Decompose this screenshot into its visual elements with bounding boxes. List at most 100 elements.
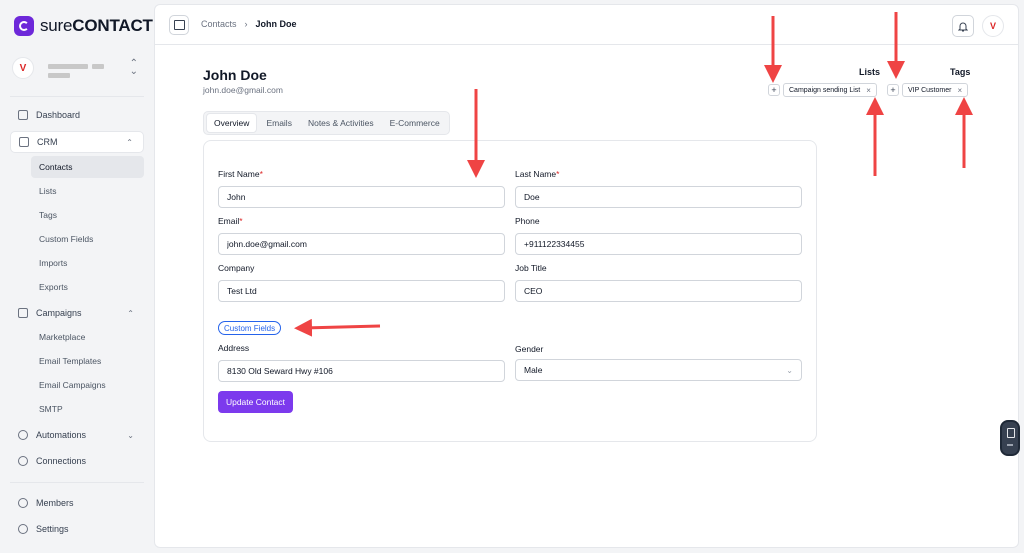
chevron-up-icon: ⌃	[126, 137, 133, 147]
dashboard-icon	[18, 110, 28, 120]
remove-tag-icon[interactable]: ×	[957, 86, 962, 95]
sidebar-item-email-campaigns[interactable]: Email Campaigns	[31, 374, 144, 396]
sidebar-item-contacts[interactable]: Contacts	[31, 156, 144, 178]
required-mark: *	[259, 169, 263, 179]
connections-icon	[18, 456, 28, 466]
plus-icon: +	[890, 85, 896, 95]
last-name-label-text: Last Name	[515, 169, 557, 179]
chevron-up-icon: ⌃	[127, 308, 134, 318]
sidebar-item-email-templates[interactable]: Email Templates	[31, 350, 144, 372]
remove-list-icon[interactable]: ×	[866, 86, 871, 95]
first-name-label-text: First Name	[218, 169, 260, 179]
breadcrumb: Contacts › John Doe	[201, 19, 297, 29]
last-name-input[interactable]	[515, 186, 802, 208]
sidebar-item-label: Automations	[36, 430, 87, 440]
members-icon	[18, 498, 28, 508]
email-input[interactable]	[218, 233, 505, 255]
crm-icon	[19, 137, 29, 147]
sidebar-divider	[10, 96, 144, 97]
sidebar-item-label: CRM	[37, 137, 58, 147]
brand-prefix: sure	[40, 16, 73, 35]
sidebar-item-label: Members	[36, 498, 74, 508]
sidebar-item-connections[interactable]: Connections	[10, 450, 144, 472]
sidebar-item-imports[interactable]: Imports	[31, 252, 144, 274]
required-mark: *	[556, 169, 560, 179]
notification-bell-icon[interactable]	[952, 15, 974, 37]
first-name-input[interactable]	[218, 186, 505, 208]
sidebar-toggle-icon[interactable]	[169, 15, 189, 35]
tab-e-commerce[interactable]: E-Commerce	[383, 114, 447, 132]
workspace-email-redacted	[48, 73, 70, 78]
gender-value: Male	[524, 365, 543, 375]
contact-form-card: First Name* Last Name* Email* Phone Comp…	[203, 140, 817, 442]
breadcrumb-separator: ›	[244, 19, 248, 29]
sidebar-item-campaigns[interactable]: Campaigns ⌃	[10, 302, 144, 324]
contact-email: john.doe@gmail.com	[203, 85, 283, 95]
plus-icon: +	[771, 85, 777, 95]
sidebar-item-settings[interactable]: Settings	[10, 518, 144, 540]
sidebar-item-label: Connections	[36, 456, 87, 466]
phone-input[interactable]	[515, 233, 802, 255]
sidebar-item-label: Dashboard	[36, 110, 81, 120]
sidebar-item-smtp[interactable]: SMTP	[31, 398, 144, 420]
last-name-label: Last Name*	[515, 169, 559, 179]
main-panel: Contacts › John Doe V John Doe john.doe@…	[154, 4, 1019, 548]
first-name-label: First Name*	[218, 169, 263, 179]
sidebar-item-dashboard[interactable]: Dashboard	[10, 104, 144, 126]
chevron-updown-icon: ⌃ ⌄	[129, 58, 138, 77]
sidebar-item-label: Campaigns	[36, 308, 82, 318]
automations-icon	[18, 430, 28, 440]
contact-name: John Doe	[203, 67, 267, 83]
custom-fields-badge[interactable]: Custom Fields	[218, 321, 282, 335]
tab-emails[interactable]: Emails	[259, 114, 299, 132]
company-input[interactable]	[218, 280, 505, 302]
phone-label: Phone	[515, 216, 540, 226]
gender-select[interactable]: Male ⌄	[515, 359, 802, 381]
required-mark: *	[239, 216, 243, 226]
email-label: Email*	[218, 216, 243, 226]
sidebar-item-tags[interactable]: Tags	[31, 204, 144, 226]
tag-chip-label: VIP Customer	[908, 86, 952, 94]
address-input[interactable]	[218, 360, 505, 382]
sidebar-item-members[interactable]: Members	[10, 492, 144, 514]
sidebar-item-exports[interactable]: Exports	[31, 276, 144, 298]
list-chip[interactable]: Campaign sending List ×	[783, 83, 877, 97]
sidebar-item-label: Settings	[36, 524, 69, 534]
chevron-down-icon: ⌄	[127, 430, 134, 440]
company-label: Company	[218, 263, 255, 273]
list-chip-label: Campaign sending List	[789, 86, 861, 94]
brand-logo-icon	[14, 16, 34, 36]
gender-label: Gender	[515, 344, 544, 354]
sidebar: sureCONTACT V ⌃ ⌄ Dashboard CRM ⌃ Contact…	[0, 0, 154, 553]
address-label: Address	[218, 343, 250, 353]
top-bar: Contacts › John Doe V	[155, 5, 1018, 45]
gear-icon	[18, 524, 28, 534]
sidebar-item-automations[interactable]: Automations ⌄	[10, 424, 144, 446]
workspace-switcher[interactable]: V ⌃ ⌄	[12, 54, 144, 82]
sidebar-divider	[10, 482, 144, 483]
add-tag-button[interactable]: +	[887, 84, 899, 96]
workspace-avatar: V	[12, 57, 34, 79]
breadcrumb-current: John Doe	[255, 19, 297, 29]
user-avatar[interactable]: V	[982, 15, 1004, 37]
chevron-down-icon: ⌄	[786, 366, 793, 375]
tag-chip[interactable]: VIP Customer ×	[902, 83, 969, 97]
add-list-button[interactable]: +	[768, 84, 780, 96]
floating-widget-handle[interactable]	[1000, 420, 1020, 456]
job-title-input[interactable]	[515, 280, 802, 302]
tab-notes-activities[interactable]: Notes & Activities	[301, 114, 381, 132]
sidebar-item-marketplace[interactable]: Marketplace	[31, 326, 144, 348]
tab-overview[interactable]: Overview	[206, 113, 258, 133]
job-title-label: Job Title	[515, 263, 547, 273]
workspace-name-redacted	[92, 64, 104, 69]
update-contact-button[interactable]: Update Contact	[218, 391, 293, 413]
contact-tabs: Overview Emails Notes & Activities E-Com…	[203, 111, 450, 135]
bell-icon	[958, 22, 968, 31]
lists-title: Lists	[859, 67, 881, 77]
campaigns-icon	[18, 308, 28, 318]
brand-logo[interactable]: sureCONTACT	[14, 16, 153, 36]
sidebar-item-custom-fields[interactable]: Custom Fields	[31, 228, 144, 250]
sidebar-item-crm[interactable]: CRM ⌃	[10, 131, 144, 153]
sidebar-item-lists[interactable]: Lists	[31, 180, 144, 202]
breadcrumb-contacts[interactable]: Contacts	[201, 19, 237, 29]
